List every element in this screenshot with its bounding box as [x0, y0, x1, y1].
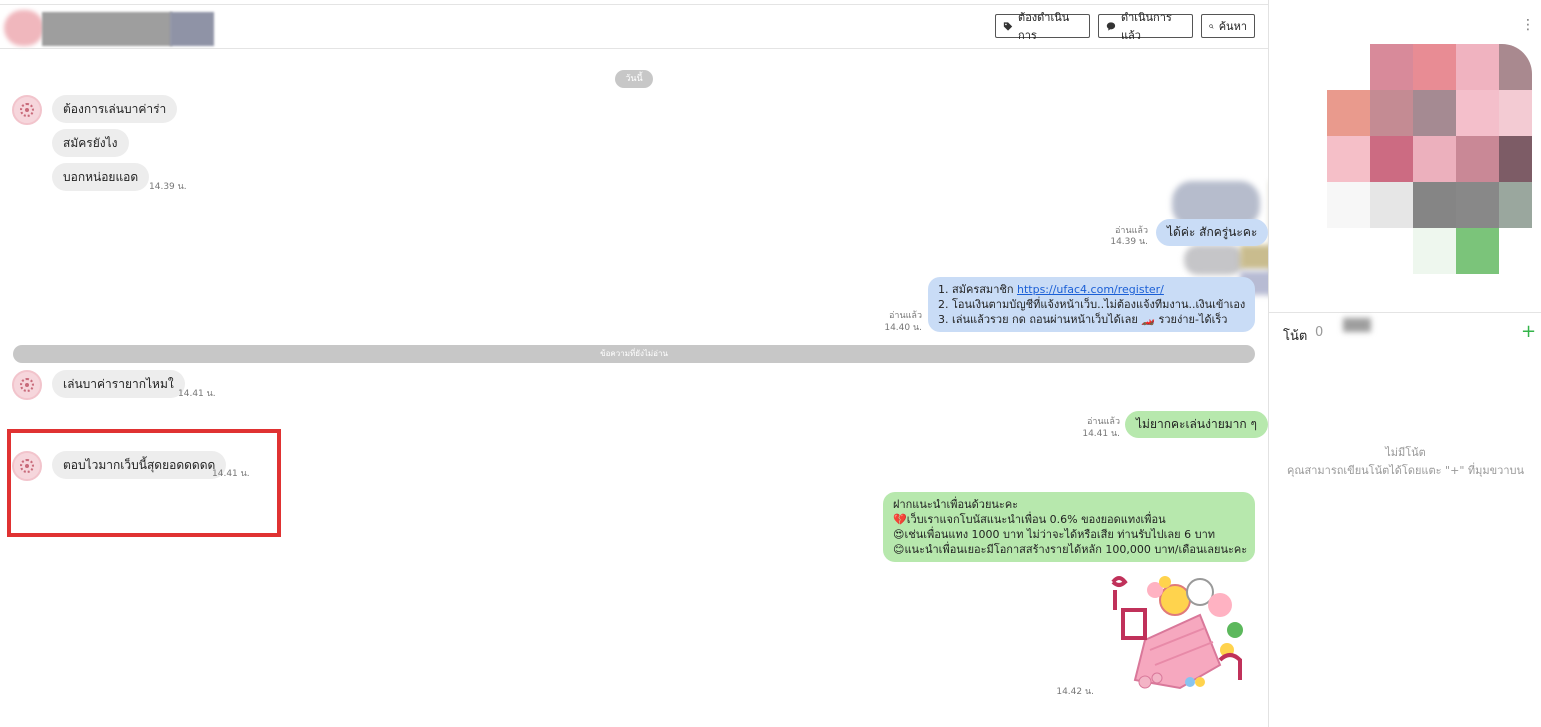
blurred-image — [1184, 245, 1244, 275]
follow-up-label: ต้องดำเนินการ — [1018, 11, 1070, 42]
message-bubble-outgoing[interactable]: 1. สมัครสมาชิก https://ufac4.com/registe… — [928, 277, 1255, 332]
message-line: 2. โอนเงินตามบัญชีที่แจ้งหน้าเว็บ..ไม่ต้… — [938, 298, 1246, 311]
message-time: 14.39 น. — [149, 182, 187, 192]
register-link[interactable]: https://ufac4.com/register/ — [1017, 283, 1164, 296]
search-label: ค้นหา — [1218, 20, 1247, 33]
message-time: 14.39 น. — [1110, 237, 1148, 247]
contact-name-blur — [42, 12, 172, 46]
search-button[interactable]: ค้นหา — [1201, 14, 1255, 38]
contact-name-redacted[interactable] — [0, 8, 215, 48]
resolved-label: ดำเนินการแล้ว — [1120, 11, 1172, 42]
app-window: ต้องดำเนินการ ดำเนินการแล้ว ค้นหา วันนี้… — [0, 0, 1541, 727]
info-divider — [1269, 312, 1541, 313]
message-text: ได้ค่ะ สักครู่นะคะ — [1167, 225, 1258, 239]
follow-up-button[interactable]: ต้องดำเนินการ — [995, 11, 1090, 42]
message-text: สมัครยังไง — [63, 136, 118, 150]
message-bubble-outgoing[interactable]: ได้ค่ะ สักครู่นะคะ — [1156, 219, 1269, 246]
message-text: เล่นบาค่ารายากไหมใ — [63, 377, 174, 391]
customer-avatar[interactable] — [12, 370, 42, 400]
redacted-blur — [1343, 318, 1371, 332]
message-list[interactable]: วันนี้ ต้องการเล่นบาค่าร่า สมัครยังไง บอ… — [0, 49, 1284, 727]
tag-icon — [1003, 21, 1013, 31]
date-divider: วันนี้ — [615, 70, 653, 88]
empty-notes-title: ไม่มีโน้ต — [1385, 446, 1426, 459]
message-bubble-outgoing[interactable]: ไม่ยากคะเล่นง่ายมาก ๆ — [1125, 411, 1268, 438]
read-status: อ่านแล้ว — [889, 311, 922, 321]
message-text: บอกหน่อยแอด — [63, 170, 139, 184]
chat-bubble-icon — [1106, 21, 1116, 31]
message-time: 14.41 น. — [1082, 429, 1120, 439]
message-line: 😊แนะนำเพื่อนเยอะมีโอกาสสร้างรายได้หลัก 1… — [893, 543, 1248, 556]
message-line: 1. สมัครสมาชิก https://ufac4.com/registe… — [938, 283, 1164, 296]
read-status: อ่านแล้ว — [1087, 417, 1120, 427]
empty-notes-hint: คุณสามารถเขียนโน้ตได้โดยแตะ "+" ที่มุมขว… — [1286, 464, 1525, 477]
profile-image-redacted — [1327, 44, 1532, 274]
unread-divider: ข้อความที่ยังไม่อ่าน — [13, 345, 1255, 363]
contact-name-blur-2 — [170, 12, 214, 46]
message-bubble-outgoing[interactable]: ฝากแนะนำเพื่อนด้วยนะคะ 💔เว็บเราแจกโบนัสแ… — [883, 492, 1255, 562]
message-bubble-incoming[interactable]: ต้องการเล่นบาค่าร่า — [52, 95, 178, 123]
resolved-button[interactable]: ดำเนินการแล้ว — [1098, 11, 1193, 42]
message-line: ฝากแนะนำเพื่อนด้วยนะคะ — [893, 498, 1019, 511]
message-bubble-incoming[interactable]: สมัครยังไง — [52, 129, 129, 157]
highlight-annotation-box — [7, 429, 281, 537]
message-time: 14.40 น. — [884, 323, 922, 333]
customer-avatar[interactable] — [12, 95, 42, 125]
message-text: ต้องการเล่นบาค่าร่า — [63, 102, 167, 116]
contact-avatar-redacted — [4, 10, 44, 46]
more-options-icon[interactable]: ⋮ — [1521, 18, 1535, 32]
message-bubble-incoming[interactable]: เล่นบาค่ารายากไหมใ — [52, 370, 185, 398]
message-time: 14.42 น. — [1056, 687, 1094, 697]
message-line: 😍เช่นเพื่อนแทง 1000 บาท ไม่ว่าจะได้หรือเ… — [893, 528, 1216, 541]
contact-info-pane: ⋮ โน้ต 0 + ไม่มีโน้ต คุณสามารถเขียนโน้ตไ… — [1268, 0, 1541, 727]
message-text: ไม่ยากคะเล่นง่ายมาก ๆ — [1136, 417, 1257, 431]
message-bubble-incoming[interactable]: บอกหน่อยแอด — [52, 163, 150, 191]
read-status: อ่านแล้ว — [1115, 226, 1148, 236]
message-time: 14.41 น. — [178, 389, 216, 399]
message-line: 💔เว็บเราแจกโบนัสแนะนำเพื่อน 0.6% ของยอดแ… — [893, 513, 1166, 526]
chat-pane: ต้องดำเนินการ ดำเนินการแล้ว ค้นหา วันนี้… — [0, 0, 1284, 727]
notes-count: 0 — [1315, 325, 1324, 340]
search-icon — [1209, 23, 1214, 29]
add-note-button[interactable]: + — [1521, 322, 1536, 342]
congrats-sticker-image[interactable] — [1105, 570, 1255, 692]
message-line: 3. เล่นแล้วรวย กด ถอนผ่านหน้าเว็บได้เลย … — [938, 313, 1228, 326]
notes-title: โน้ต — [1283, 329, 1308, 344]
